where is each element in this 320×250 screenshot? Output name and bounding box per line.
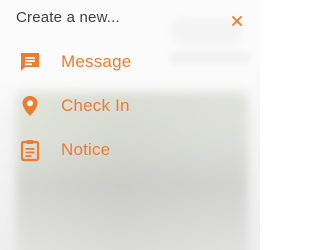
menu-item-message[interactable]: Message <box>18 48 131 76</box>
menu-item-check-in[interactable]: Check In <box>18 92 130 120</box>
screen: Create a new... Message Check In Notice <box>0 0 260 250</box>
close-button[interactable] <box>229 13 245 29</box>
clipboard-icon <box>18 138 42 162</box>
create-new-popup: Create a new... Message Check In Notice <box>0 0 260 250</box>
menu-item-label: Notice <box>61 140 111 159</box>
menu-item-label: Message <box>61 52 132 71</box>
menu-item-notice[interactable]: Notice <box>18 136 110 164</box>
location-pin-icon <box>18 94 42 118</box>
close-icon <box>232 16 242 26</box>
message-icon <box>18 50 42 74</box>
menu-item-label: Check In <box>61 96 130 115</box>
popup-title: Create a new... <box>16 9 120 26</box>
